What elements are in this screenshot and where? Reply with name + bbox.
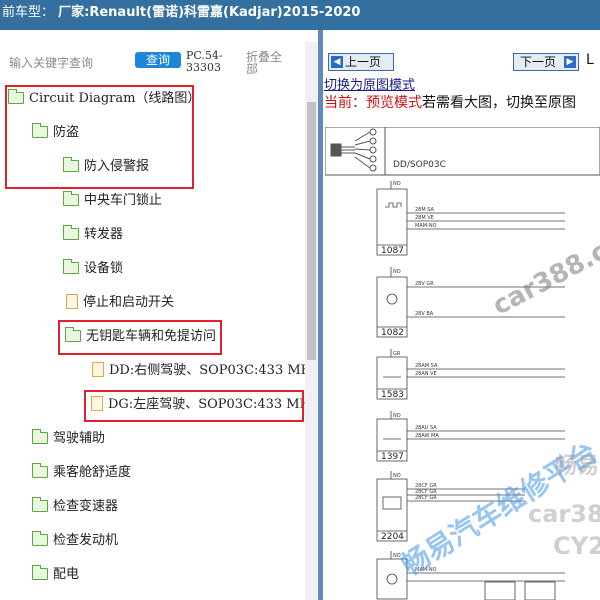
watermark-text: car388 bbox=[528, 500, 600, 528]
version-label: PC.54-33303 bbox=[186, 49, 223, 74]
component-code: 1082 bbox=[381, 328, 404, 338]
component-code: 1087 bbox=[381, 246, 404, 256]
wire-label: 28V BA bbox=[415, 311, 434, 317]
tree-node-driving-assist[interactable]: 驾驶辅助 bbox=[32, 422, 105, 456]
search-input[interactable]: 输入关键字查询 bbox=[9, 54, 93, 71]
arrow-right-icon: ▶ bbox=[564, 56, 576, 68]
folder-icon bbox=[32, 530, 48, 546]
wire-label: 28AN VE bbox=[415, 371, 437, 377]
viewer-pane: ◀ 上一页 下一页 ▶ L 切换为原图模式 当前：预览模式若需看大图，切换至原图… bbox=[323, 30, 600, 600]
wire-label: NO bbox=[393, 473, 401, 479]
sidebar-scrollbar[interactable] bbox=[305, 42, 318, 600]
search-button[interactable]: 查询 bbox=[135, 52, 181, 68]
nav-extra: L bbox=[586, 52, 594, 68]
wire-label: 28AW MA bbox=[415, 433, 439, 439]
tree-node-stop-start-switch[interactable]: 停止和启动开关 bbox=[66, 286, 174, 320]
search-row: 输入关键字查询 查询 PC.54-33303 折叠全部 bbox=[0, 30, 318, 82]
page-nav: ◀ 上一页 下一页 ▶ L bbox=[323, 50, 600, 74]
wire-label: 28V GR bbox=[415, 281, 434, 287]
wire-label: 28M VE bbox=[415, 215, 434, 221]
highlight-box-anti-theft bbox=[5, 85, 194, 189]
wire-label: 28AM SA bbox=[415, 363, 438, 369]
wire-label: GR bbox=[393, 351, 401, 357]
document-icon bbox=[66, 294, 78, 309]
arrow-left-icon: ◀ bbox=[331, 56, 343, 68]
tree-node-transponder[interactable]: 转发器 bbox=[63, 218, 123, 252]
wire-label: 28CF GR bbox=[415, 495, 437, 501]
sidebar: 输入关键字查询 查询 PC.54-33303 折叠全部 Circuit Diag… bbox=[0, 30, 318, 600]
diagram-title: DD/SOP03C bbox=[393, 160, 446, 170]
wire-label: 28M SA bbox=[415, 207, 435, 213]
highlight-box-dg bbox=[84, 390, 304, 422]
watermark-text: 畅易 bbox=[555, 454, 600, 479]
watermark-text: CY2 bbox=[553, 532, 600, 560]
wire-label: NO bbox=[393, 413, 401, 419]
vehicle-label: 前车型： bbox=[2, 5, 55, 20]
title-bar: 前车型： 厂家:Renault(雷诺)科雷嘉(Kadjar)2015-2020 bbox=[0, 0, 600, 30]
scrollbar-thumb[interactable] bbox=[307, 102, 316, 360]
wire-label: NO bbox=[393, 181, 401, 187]
wire-label: 28AU SA bbox=[415, 425, 437, 431]
folder-icon bbox=[63, 224, 79, 240]
folder-icon bbox=[32, 496, 48, 512]
tree-node-check-transmission[interactable]: 检查变速器 bbox=[32, 490, 118, 524]
next-page-button[interactable]: 下一页 ▶ bbox=[513, 53, 579, 71]
wire-label: MAM-NO bbox=[415, 223, 437, 229]
highlight-box-keyless bbox=[58, 320, 222, 355]
current-mode-line: 当前：预览模式若需看大图，切换至原图 bbox=[324, 95, 576, 111]
document-icon bbox=[92, 362, 104, 377]
prev-page-button[interactable]: ◀ 上一页 bbox=[328, 53, 394, 71]
tree-node-cabin-comfort[interactable]: 乘客舱舒适度 bbox=[32, 456, 131, 490]
vehicle-name: 厂家:Renault(雷诺)科雷嘉(Kadjar)2015-2020 bbox=[58, 5, 361, 20]
tree-node-power-distribution[interactable]: 配电 bbox=[32, 558, 79, 592]
switch-to-original-link[interactable]: 切换为原图模式 bbox=[324, 74, 415, 93]
folder-icon bbox=[32, 462, 48, 478]
tree-node-dd[interactable]: DD:右侧驾驶、SOP03C:433 MHZ bbox=[92, 354, 305, 388]
tree-node-central-lock[interactable]: 中央车门锁止 bbox=[63, 184, 162, 218]
tree-node-device-lock[interactable]: 设备锁 bbox=[63, 252, 123, 286]
folder-icon bbox=[63, 190, 79, 206]
folder-icon bbox=[32, 564, 48, 580]
folder-icon bbox=[63, 258, 79, 274]
wire-label: NO bbox=[393, 269, 401, 275]
component-code: 2204 bbox=[381, 532, 404, 542]
component-code: 1583 bbox=[381, 390, 404, 400]
collapse-all-button[interactable]: 折叠全部 bbox=[246, 51, 286, 75]
folder-icon bbox=[32, 428, 48, 444]
tree-node-check-engine[interactable]: 检查发动机 bbox=[32, 524, 118, 558]
component-code: 1397 bbox=[381, 452, 404, 462]
